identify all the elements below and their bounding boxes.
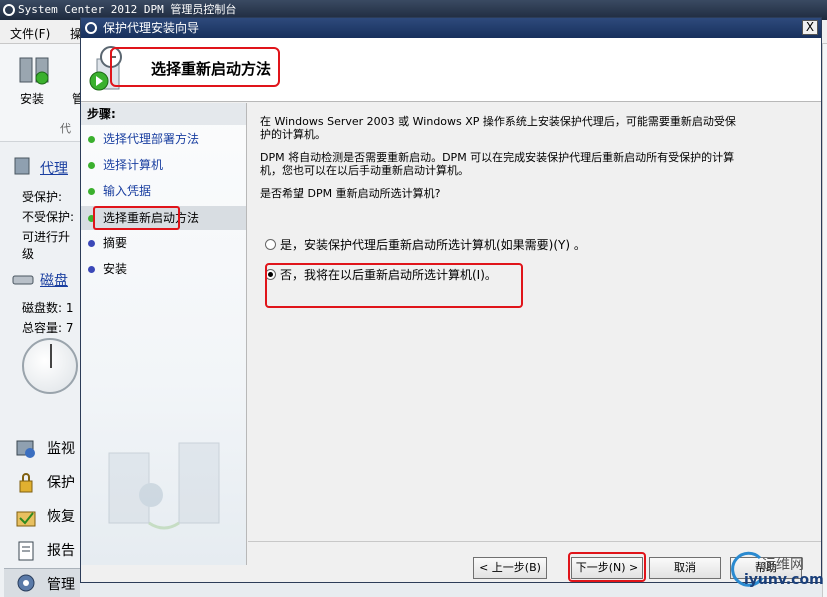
header-highlight bbox=[110, 47, 280, 87]
restart-question: 是否希望 DPM 重新启动所选计算机? bbox=[260, 187, 441, 200]
protected-label: 受保护: bbox=[22, 190, 63, 204]
disk-icon bbox=[12, 275, 34, 285]
wizard-title-bar[interactable]: 保护代理安装向导 X bbox=[81, 18, 821, 38]
site-watermark: 运维网 iyunv.com bbox=[730, 548, 827, 597]
cancel-button[interactable]: 取消 bbox=[649, 557, 721, 579]
console-right-edge bbox=[822, 44, 827, 597]
console-title: System Center 2012 DPM 管理员控制台 bbox=[18, 3, 237, 16]
step-label: 安装 bbox=[103, 262, 128, 276]
reporting-icon[interactable] bbox=[14, 540, 38, 562]
nav-reporting[interactable]: 报告 bbox=[47, 540, 75, 560]
step-label: 选择代理部署方法 bbox=[103, 132, 200, 146]
steps-heading: 步骤: bbox=[81, 103, 246, 125]
content-panel: 在 Windows Server 2003 或 Windows XP 操作系统上… bbox=[248, 103, 821, 541]
step-credentials[interactable]: 输入凭据 bbox=[81, 179, 246, 203]
option-highlight bbox=[265, 263, 523, 308]
step-install: 安装 bbox=[81, 257, 246, 281]
watermark-url: iyunv.com bbox=[744, 572, 824, 588]
nav-monitoring[interactable]: 监视 bbox=[47, 438, 75, 458]
protection-agent-wizard: 保护代理安装向导 X 选择重新启动方法 步骤: 选择代理部署方法 选择计算机 输… bbox=[80, 17, 822, 583]
nav-management[interactable]: 管理 bbox=[47, 574, 75, 594]
agent-icon bbox=[14, 157, 30, 175]
agents-link[interactable]: 代理 bbox=[40, 158, 68, 178]
wizard-title: 保护代理安装向导 bbox=[103, 21, 200, 35]
wizard-header: 选择重新启动方法 bbox=[81, 38, 821, 102]
unprotected-label: 不受保护: bbox=[22, 210, 75, 224]
nav-recovery[interactable]: 恢复 bbox=[47, 506, 75, 526]
step-label: 选择计算机 bbox=[103, 158, 164, 172]
back-button[interactable]: < 上一步(B) bbox=[473, 557, 547, 579]
step-select-computers[interactable]: 选择计算机 bbox=[81, 153, 246, 177]
wizard-title-icon bbox=[85, 22, 97, 34]
upgradable-label: 可进行升级 bbox=[22, 230, 71, 261]
disks-link[interactable]: 磁盘 bbox=[40, 270, 68, 290]
restart-now-option[interactable]: 是，安装保护代理后重新启动所选计算机(如果需要)(Y) 。 bbox=[265, 236, 586, 253]
total-capacity: 总容量: 7 bbox=[22, 321, 74, 335]
dpm-logo-icon bbox=[3, 4, 15, 16]
step-deployment-method[interactable]: 选择代理部署方法 bbox=[81, 127, 246, 151]
step-done-icon bbox=[88, 188, 95, 195]
disk-count: 磁盘数: 1 bbox=[22, 301, 74, 315]
menu-file[interactable]: 文件(F) bbox=[10, 25, 50, 42]
install-ribbon-label[interactable]: 安装 bbox=[20, 90, 44, 107]
nav-protection[interactable]: 保护 bbox=[47, 472, 75, 492]
step-label: 输入凭据 bbox=[103, 184, 152, 198]
current-step-highlight bbox=[93, 206, 180, 230]
close-button[interactable]: X bbox=[802, 20, 818, 35]
management-gear-icon[interactable] bbox=[14, 572, 38, 594]
step-pending-icon bbox=[88, 240, 95, 247]
capacity-gauge bbox=[22, 338, 78, 394]
step-done-icon bbox=[88, 162, 95, 169]
watermark-text: 运维网 bbox=[762, 557, 804, 573]
next-highlight bbox=[568, 552, 646, 582]
step-label: 摘要 bbox=[103, 236, 128, 250]
step-pending-icon bbox=[88, 266, 95, 273]
console-ribbon: 安装 管 代 bbox=[0, 44, 84, 142]
radio-unchecked-icon[interactable] bbox=[265, 239, 276, 250]
step-summary: 摘要 bbox=[81, 231, 246, 255]
install-icon[interactable] bbox=[18, 54, 52, 86]
protection-icon[interactable] bbox=[14, 472, 38, 494]
step-done-icon bbox=[88, 136, 95, 143]
intro-line-2: 护的计算机。 bbox=[260, 128, 326, 141]
console-sidebar: 代理 受保护: 不受保护: 可进行升级 磁盘 磁盘数: 1 总容量: 7 监视 … bbox=[0, 142, 80, 597]
monitoring-icon[interactable] bbox=[14, 438, 38, 460]
detect-line-1: DPM 将自动检测是否需要重新启动。DPM 可以在完成安装保护代理后重新启动所有… bbox=[260, 151, 735, 164]
restart-now-label[interactable]: 是，安装保护代理后重新启动所选计算机(如果需要)(Y) 。 bbox=[280, 236, 586, 253]
servers-watermark-icon bbox=[108, 442, 220, 530]
ribbon-group-label: 代 bbox=[60, 122, 71, 135]
steps-panel: 步骤: 选择代理部署方法 选择计算机 输入凭据 选择重新启动方法 摘要 安装 bbox=[81, 103, 247, 565]
intro-line-1: 在 Windows Server 2003 或 Windows XP 操作系统上… bbox=[260, 115, 736, 128]
recovery-icon[interactable] bbox=[14, 506, 38, 528]
detect-line-2: 机，您也可以在以后手动重新启动计算机。 bbox=[260, 164, 469, 177]
